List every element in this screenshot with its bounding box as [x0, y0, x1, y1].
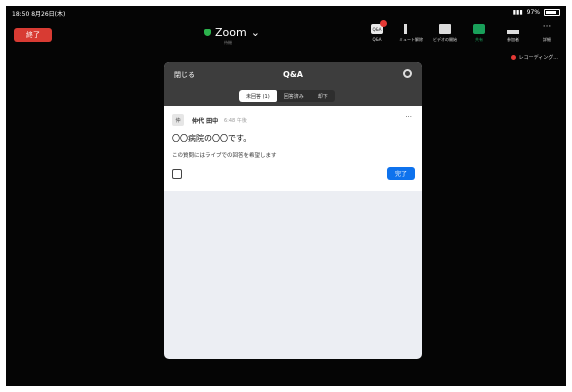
share-screen-icon: [473, 24, 485, 34]
shield-icon: [204, 29, 211, 36]
signal-icon: ▮▮▮: [512, 9, 523, 16]
status-time: 18:50 8月26日(木): [12, 11, 66, 18]
avatar: 仲: [172, 114, 184, 126]
toolbar-label-participants: 参加者: [507, 37, 519, 42]
recording-icon: [510, 55, 516, 60]
recording-label: レコーディング...: [518, 55, 558, 61]
zoom-screen: 18:50 8月26日(木) ▮▮▮ 97% 終了 Zoom ⌄ 待機 Q&A …: [6, 6, 566, 386]
tab-open[interactable]: 未回答 (1): [239, 90, 277, 102]
qa-panel-header: 閉じる Q&A 未回答 (1) 回答済み 却下: [164, 62, 422, 106]
end-button[interactable]: 終了: [14, 28, 52, 42]
tab-dismissed[interactable]: 却下: [311, 90, 335, 102]
question-time: 6:48 午後: [224, 118, 247, 124]
toolbar-label-mute: ミュート解除: [399, 37, 423, 42]
gear-icon[interactable]: [403, 69, 412, 78]
share-button[interactable]: 共有: [466, 24, 492, 43]
qa-tabs: 未回答 (1) 回答済み 却下: [239, 90, 335, 102]
chevron-down-icon: ⌄: [250, 26, 260, 39]
more-button[interactable]: ··· 詳細: [534, 22, 560, 43]
qa-button[interactable]: Q&A Q&A: [364, 20, 390, 42]
meeting-title[interactable]: Zoom ⌄: [204, 26, 260, 39]
question-text: 〇〇病院の〇〇です。: [172, 134, 252, 143]
battery-icon: [544, 9, 560, 16]
more-icon: ···: [542, 22, 552, 32]
live-answer-note: この質問にはライブでの回答を希望します: [172, 153, 277, 159]
start-video-button[interactable]: ビデオの開始: [432, 24, 458, 43]
thumbs-up-icon[interactable]: [172, 169, 182, 179]
recording-indicator[interactable]: レコーディング...: [510, 54, 558, 61]
unmute-button[interactable]: ミュート解除: [398, 24, 424, 43]
done-button[interactable]: 完了: [387, 167, 415, 180]
tab-answered[interactable]: 回答済み: [277, 90, 311, 102]
toolbar-label-qa: Q&A: [372, 37, 382, 42]
qa-icon: Q&A: [371, 20, 387, 34]
battery-percent: 97%: [526, 9, 540, 16]
toolbar-label-share: 共有: [475, 37, 483, 42]
app-title: Zoom: [215, 26, 247, 39]
notification-badge: [380, 20, 387, 27]
microphone-muted-icon: [403, 24, 419, 34]
status-indicators: ▮▮▮ 97%: [513, 9, 560, 16]
video-off-icon: [439, 24, 451, 34]
meeting-toolbar: Q&A Q&A ミュート解除 ビデオの開始 共有 参加者 ··· 詳細: [364, 20, 560, 43]
panel-title: Q&A: [283, 70, 303, 79]
question-author: 仲代 田中: [192, 118, 219, 125]
question-card: 仲 仲代 田中 6:48 午後 ··· 〇〇病院の〇〇です。 この質問にはライブ…: [164, 106, 422, 191]
toolbar-label-video: ビデオの開始: [433, 37, 457, 42]
toolbar-label-more: 詳細: [543, 37, 551, 42]
participants-icon: [507, 24, 519, 34]
question-more-icon[interactable]: ···: [405, 113, 412, 121]
app-subtitle: 待機: [224, 40, 232, 45]
participants-button[interactable]: 参加者: [500, 24, 526, 43]
qa-panel: 閉じる Q&A 未回答 (1) 回答済み 却下 仲 仲代 田中 6:48 午後 …: [164, 62, 422, 359]
